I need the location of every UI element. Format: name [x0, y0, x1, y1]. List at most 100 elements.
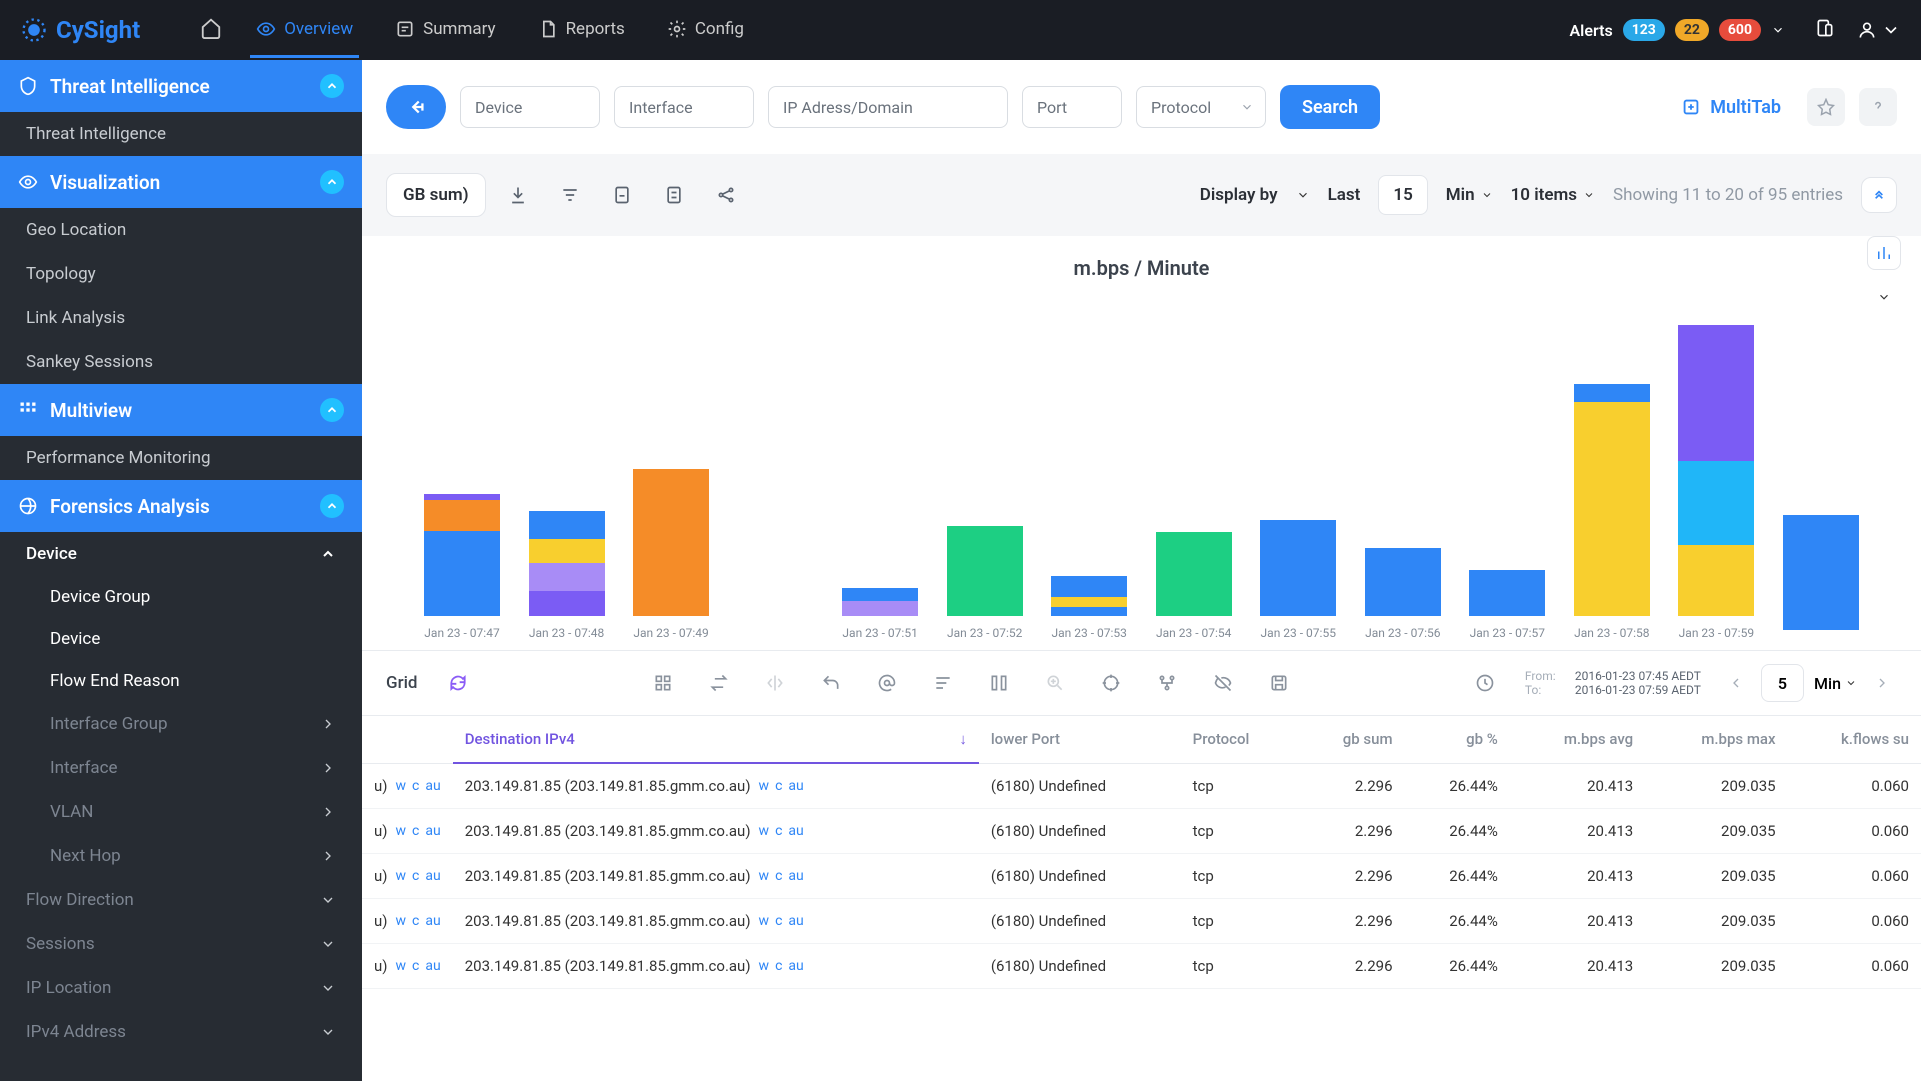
nav-summary[interactable]: Summary — [389, 3, 501, 58]
sidebar-section-visualization[interactable]: Visualization — [0, 156, 362, 208]
col-lower-port[interactable]: lower Port — [979, 716, 1181, 763]
share-icon[interactable] — [706, 175, 746, 215]
port-input[interactable] — [1022, 86, 1122, 128]
sidebar-group-device[interactable]: Device — [0, 532, 362, 576]
chart-type-icon[interactable] — [1867, 236, 1901, 270]
bar-col[interactable]: Jan 23 - 07:59 — [1666, 306, 1766, 640]
page-min-select[interactable]: Min — [1814, 674, 1857, 693]
bar-col[interactable]: Jan 23 - 07:48 — [517, 306, 617, 640]
sidebar-item-flow-direction[interactable]: Flow Direction — [0, 878, 362, 922]
grid-icon[interactable] — [643, 663, 683, 703]
sidebar-subitem-device[interactable]: Device — [0, 618, 362, 660]
col-m-bps-max[interactable]: m.bps max — [1645, 716, 1787, 763]
expand-icon[interactable] — [1861, 177, 1897, 213]
pin-icon[interactable] — [1807, 88, 1845, 126]
bar-col[interactable] — [726, 320, 826, 640]
swap-icon[interactable] — [699, 663, 739, 703]
mirror-icon[interactable] — [755, 663, 795, 703]
devices-icon[interactable] — [1815, 18, 1835, 42]
sidebar-item-performance-monitoring[interactable]: Performance Monitoring — [0, 436, 362, 480]
sidebar-item-interface[interactable]: Interface — [0, 746, 362, 790]
page-number[interactable]: 5 — [1761, 664, 1804, 702]
sidebar-item-vlan[interactable]: VLAN — [0, 790, 362, 834]
table-row[interactable]: u)w c au203.149.81.85 (203.149.81.85.gmm… — [362, 899, 1921, 944]
link-w[interactable]: w — [759, 778, 770, 794]
link-c[interactable]: c — [775, 868, 782, 884]
sidebar-section-forensics-analysis[interactable]: Forensics Analysis — [0, 480, 362, 532]
alerts-badge-crit[interactable]: 600 — [1719, 19, 1761, 41]
zoom-icon[interactable] — [1035, 663, 1075, 703]
link-w[interactable]: w — [396, 823, 407, 839]
home-icon[interactable] — [200, 17, 222, 43]
col-protocol[interactable]: Protocol — [1181, 716, 1298, 763]
bar-col[interactable]: Jan 23 - 07:52 — [935, 306, 1035, 640]
page-next[interactable] — [1867, 668, 1897, 698]
back-button[interactable] — [386, 85, 446, 129]
link-c[interactable]: c — [412, 823, 419, 839]
chevron-down-icon[interactable] — [1296, 188, 1310, 202]
clock-icon[interactable] — [1465, 663, 1505, 703]
link-c[interactable]: c — [775, 823, 782, 839]
logo[interactable]: CySight — [20, 16, 140, 44]
link-au[interactable]: au — [788, 913, 803, 929]
bar-col[interactable]: Jan 23 - 07:56 — [1353, 306, 1453, 640]
alerts-badge-warn[interactable]: 22 — [1675, 19, 1709, 41]
link-c[interactable]: c — [412, 913, 419, 929]
link-c[interactable]: c — [412, 958, 419, 974]
sidebar-item-next-hop[interactable]: Next Hop — [0, 834, 362, 878]
device-input[interactable] — [460, 86, 600, 128]
table-row[interactable]: u)w c au203.149.81.85 (203.149.81.85.gmm… — [362, 854, 1921, 899]
target-icon[interactable] — [1091, 663, 1131, 703]
page-prev[interactable] — [1721, 668, 1751, 698]
col-k-flows-su[interactable]: k.flows su — [1788, 716, 1921, 763]
chevron-down-icon[interactable] — [1771, 23, 1785, 37]
bar-col[interactable]: Jan 23 - 07:47 — [412, 306, 512, 640]
display-by-label[interactable]: Display by — [1200, 185, 1278, 205]
filter-icon[interactable] — [550, 175, 590, 215]
sidebar-subitem-device-group[interactable]: Device Group — [0, 576, 362, 618]
link-c[interactable]: c — [412, 868, 419, 884]
sidebar-item-topology[interactable]: Topology — [0, 252, 362, 296]
bar-col[interactable]: Jan 23 - 07:57 — [1457, 306, 1557, 640]
multitab-button[interactable]: MultiTab — [1680, 96, 1781, 118]
network-icon[interactable] — [1147, 663, 1187, 703]
link-w[interactable]: w — [759, 958, 770, 974]
bar-col[interactable] — [1771, 320, 1871, 640]
link-w[interactable]: w — [759, 913, 770, 929]
link-au[interactable]: au — [425, 823, 440, 839]
last-value[interactable]: 15 — [1378, 175, 1427, 215]
search-button[interactable]: Search — [1280, 85, 1380, 129]
download-icon[interactable] — [498, 175, 538, 215]
link-c[interactable]: c — [775, 913, 782, 929]
undo-icon[interactable] — [811, 663, 851, 703]
pdf-icon[interactable] — [602, 175, 642, 215]
bar-col[interactable]: Jan 23 - 07:54 — [1144, 306, 1244, 640]
sidebar-subitem-flow-end-reason[interactable]: Flow End Reason — [0, 660, 362, 702]
list-icon[interactable] — [923, 663, 963, 703]
sidebar-item-sessions[interactable]: Sessions — [0, 922, 362, 966]
link-w[interactable]: w — [759, 823, 770, 839]
sidebar-item-ip-location[interactable]: IP Location — [0, 966, 362, 1010]
at-icon[interactable] — [867, 663, 907, 703]
link-w[interactable]: w — [759, 868, 770, 884]
sidebar-item-sankey-sessions[interactable]: Sankey Sessions — [0, 340, 362, 384]
col-destination-ipv4[interactable]: Destination IPv4↓ — [453, 716, 979, 763]
link-au[interactable]: au — [788, 958, 803, 974]
nav-overview[interactable]: Overview — [250, 3, 359, 58]
protocol-select[interactable] — [1136, 86, 1266, 128]
user-icon[interactable] — [1857, 20, 1901, 40]
measure-pill[interactable]: GB sum) — [386, 173, 486, 217]
link-w[interactable]: w — [396, 778, 407, 794]
link-au[interactable]: au — [425, 913, 440, 929]
link-au[interactable]: au — [425, 778, 440, 794]
table-row[interactable]: u)w c au203.149.81.85 (203.149.81.85.gmm… — [362, 944, 1921, 989]
bar-col[interactable]: Jan 23 - 07:51 — [830, 306, 930, 640]
items-label[interactable]: 10 items — [1511, 185, 1595, 205]
link-w[interactable]: w — [396, 958, 407, 974]
table-row[interactable]: u)w c au203.149.81.85 (203.149.81.85.gmm… — [362, 809, 1921, 854]
link-c[interactable]: c — [775, 958, 782, 974]
save-icon[interactable] — [1259, 663, 1299, 703]
min-label[interactable]: Min — [1446, 185, 1493, 205]
col-m-bps-avg[interactable]: m.bps avg — [1510, 716, 1645, 763]
link-c[interactable]: c — [412, 778, 419, 794]
